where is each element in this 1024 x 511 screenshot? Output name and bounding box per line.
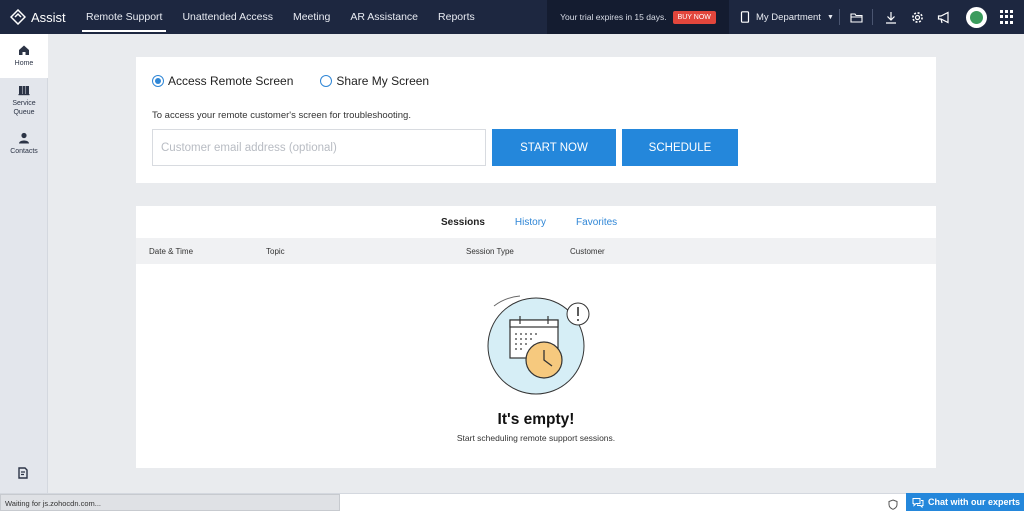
shield-icon[interactable] — [888, 497, 898, 511]
download-icon[interactable] — [883, 9, 899, 25]
notes-icon[interactable] — [17, 466, 29, 484]
column-date-time[interactable]: Date & Time — [149, 247, 193, 256]
home-icon — [19, 45, 29, 55]
sidebar-item-label: Home — [14, 60, 34, 67]
nav-ar-assistance[interactable]: AR Assistance — [340, 0, 428, 34]
tab-sessions[interactable]: Sessions — [426, 206, 500, 238]
chevron-down-icon: ▼ — [826, 13, 834, 21]
start-now-button[interactable]: START NOW — [492, 129, 616, 166]
top-bar: Assist Remote Support Unattended Access … — [0, 0, 1024, 34]
nav-meeting[interactable]: Meeting — [283, 0, 340, 34]
tab-history[interactable]: History — [500, 206, 561, 238]
chat-icon — [912, 497, 924, 508]
radio-selected-icon — [152, 75, 164, 87]
column-topic[interactable]: Topic — [266, 247, 285, 256]
access-remote-screen-radio[interactable]: Access Remote Screen — [152, 74, 293, 88]
radio-unselected-icon — [320, 75, 333, 87]
folder-icon[interactable] — [848, 9, 864, 25]
avatar[interactable] — [966, 7, 987, 28]
column-customer[interactable]: Customer — [570, 247, 605, 256]
chat-label: Chat with our experts — [928, 497, 1021, 507]
divider — [839, 9, 840, 25]
nav-remote-support[interactable]: Remote Support — [76, 0, 172, 34]
radio-label: Access Remote Screen — [168, 74, 294, 88]
device-icon — [740, 11, 750, 23]
contacts-icon — [19, 132, 29, 144]
sidebar-item-home[interactable]: Home — [0, 34, 48, 78]
trial-banner: Your trial expires in 15 days. BUY NOW — [547, 0, 729, 34]
radio-label: Share My Screen — [336, 74, 430, 88]
avatar-image — [970, 11, 983, 24]
empty-state-title: It's empty! — [497, 411, 575, 428]
remote-description: To access your remote customer's screen … — [152, 110, 411, 121]
trial-text: Your trial expires in 15 days. — [560, 12, 667, 22]
sidebar-item-label: Contacts — [10, 148, 38, 155]
gear-icon[interactable] — [909, 9, 925, 25]
brand-logo[interactable]: Assist — [0, 0, 76, 34]
buy-now-button[interactable]: BUY NOW — [672, 10, 716, 24]
sidebar-item-service-queue[interactable]: Service Queue — [0, 78, 48, 122]
nav-reports[interactable]: Reports — [428, 0, 485, 34]
sidebar-item-label: Service Queue — [12, 99, 36, 116]
sidebar-item-contacts[interactable]: Contacts — [0, 122, 48, 166]
nav-unattended-access[interactable]: Unattended Access — [172, 0, 282, 34]
empty-state-subtitle: Start scheduling remote support sessions… — [456, 433, 616, 443]
sessions-tabs: Sessions History Favorites — [426, 206, 632, 238]
mode-radio-group: Access Remote Screen Share My Screen — [152, 74, 456, 88]
empty-calendar-clock-illustration — [487, 295, 590, 395]
brand-name: Assist — [31, 9, 66, 25]
column-session-type[interactable]: Session Type — [466, 247, 514, 256]
apps-grid-icon[interactable] — [1000, 10, 1014, 24]
share-my-screen-radio[interactable]: Share My Screen — [320, 74, 429, 88]
department-selector[interactable]: My Department ▼ — [740, 0, 834, 34]
main-nav: Remote Support Unattended Access Meeting… — [76, 0, 485, 34]
department-label: My Department — [756, 11, 821, 23]
sessions-panel: Sessions History Favorites Date & Time T… — [136, 206, 936, 468]
customer-email-input[interactable] — [152, 129, 486, 166]
schedule-button[interactable]: SCHEDULE — [622, 129, 738, 166]
tab-favorites[interactable]: Favorites — [561, 206, 632, 238]
remote-access-panel: Access Remote Screen Share My Screen To … — [136, 57, 936, 183]
megaphone-icon[interactable] — [936, 9, 952, 25]
chat-with-experts-button[interactable]: Chat with our experts — [906, 493, 1024, 511]
service-queue-icon — [18, 85, 30, 95]
sidebar: Home Service Queue Contacts — [0, 34, 48, 494]
browser-status-bar: Waiting for js.zohocdn.com... — [0, 494, 340, 511]
divider — [872, 9, 873, 25]
assist-logo-icon — [10, 9, 26, 25]
table-header: Date & Time Topic Session Type Customer — [136, 238, 936, 264]
